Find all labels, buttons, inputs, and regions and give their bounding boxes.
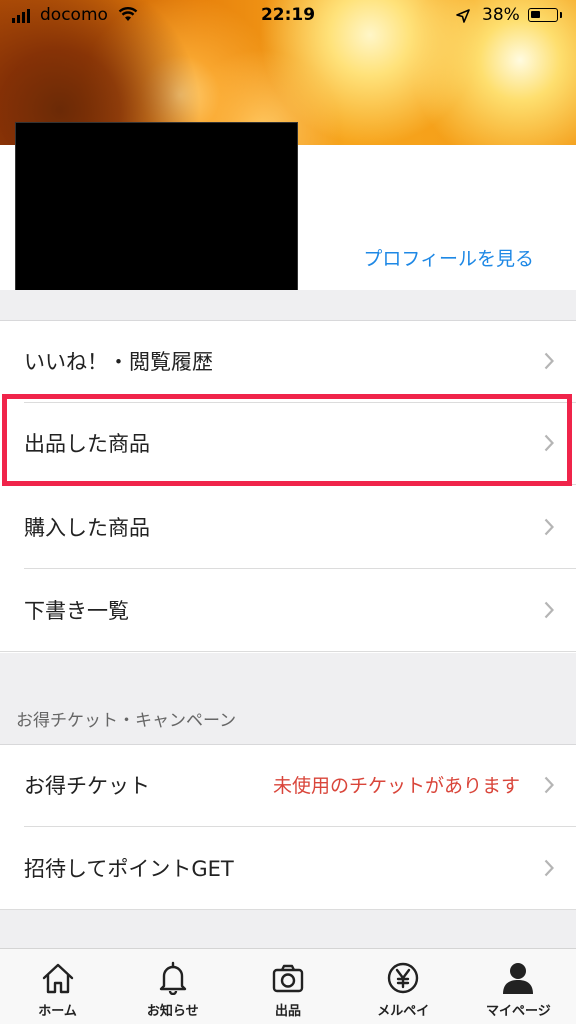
menu-item-listed-items[interactable]: 出品した商品 xyxy=(0,403,576,485)
menu-item-label: 招待してポイントGET xyxy=(24,857,234,881)
chevron-right-icon xyxy=(544,776,554,794)
chevron-right-icon xyxy=(544,518,554,536)
tab-my-page[interactable]: マイページ xyxy=(461,949,576,1024)
chevron-right-icon xyxy=(544,859,554,877)
tab-label: ホーム xyxy=(38,1004,77,1019)
menu-item-purchased-items[interactable]: 購入した商品 xyxy=(0,487,576,569)
chevron-right-icon xyxy=(544,601,554,619)
menu-item-likes-history[interactable]: いいね！・閲覧履歴 xyxy=(0,321,576,403)
my-page-screen: docomo 22:19 38% プロフィールを見る いいね！・閲覧履歴 出品し… xyxy=(0,0,576,1024)
battery-percentage: 38% xyxy=(482,5,520,25)
menu-item-label: 下書き一覧 xyxy=(24,599,129,623)
person-icon xyxy=(503,963,534,994)
menu-item-label: いいね！・閲覧履歴 xyxy=(24,350,213,374)
chevron-right-icon xyxy=(544,434,554,452)
menu-item-invite-points[interactable]: 招待してポイントGET xyxy=(0,828,576,910)
location-arrow-icon xyxy=(456,8,470,28)
tab-sell[interactable]: 出品 xyxy=(230,949,345,1024)
menu-item-drafts[interactable]: 下書き一覧 xyxy=(0,570,576,652)
bottom-tab-bar: ホーム お知らせ 出品 メルペイ マイページ xyxy=(0,948,576,1024)
home-icon xyxy=(42,963,73,994)
menu-item-label: 出品した商品 xyxy=(24,432,150,456)
tab-label: 出品 xyxy=(275,1004,302,1019)
yen-icon xyxy=(388,962,419,994)
tab-notifications[interactable]: お知らせ xyxy=(115,949,230,1024)
view-profile-link[interactable]: プロフィールを見る xyxy=(363,244,534,271)
tab-label: メルペイ xyxy=(377,1004,430,1019)
tab-merpay[interactable]: メルペイ xyxy=(346,949,461,1024)
tab-home[interactable]: ホーム xyxy=(0,949,115,1024)
bell-icon xyxy=(159,961,186,995)
menu-item-label: お得チケット xyxy=(24,774,150,798)
menu-item-discount-tickets[interactable]: お得チケット 未使用のチケットがあります xyxy=(0,745,576,827)
tab-label: お知らせ xyxy=(146,1004,199,1019)
menu-item-label: 購入した商品 xyxy=(24,516,150,540)
section-title: お得チケット・キャンペーン xyxy=(16,711,237,731)
status-bar: docomo 22:19 38% xyxy=(0,0,576,34)
section-divider xyxy=(0,910,576,948)
unused-ticket-notice: 未使用のチケットがあります xyxy=(272,775,520,797)
tab-label: マイページ xyxy=(486,1004,551,1019)
section-divider xyxy=(0,653,576,745)
battery-icon xyxy=(528,8,562,22)
profile-redacted-block xyxy=(15,122,298,298)
section-divider xyxy=(0,290,576,321)
camera-icon xyxy=(272,964,304,993)
chevron-right-icon xyxy=(544,352,554,370)
